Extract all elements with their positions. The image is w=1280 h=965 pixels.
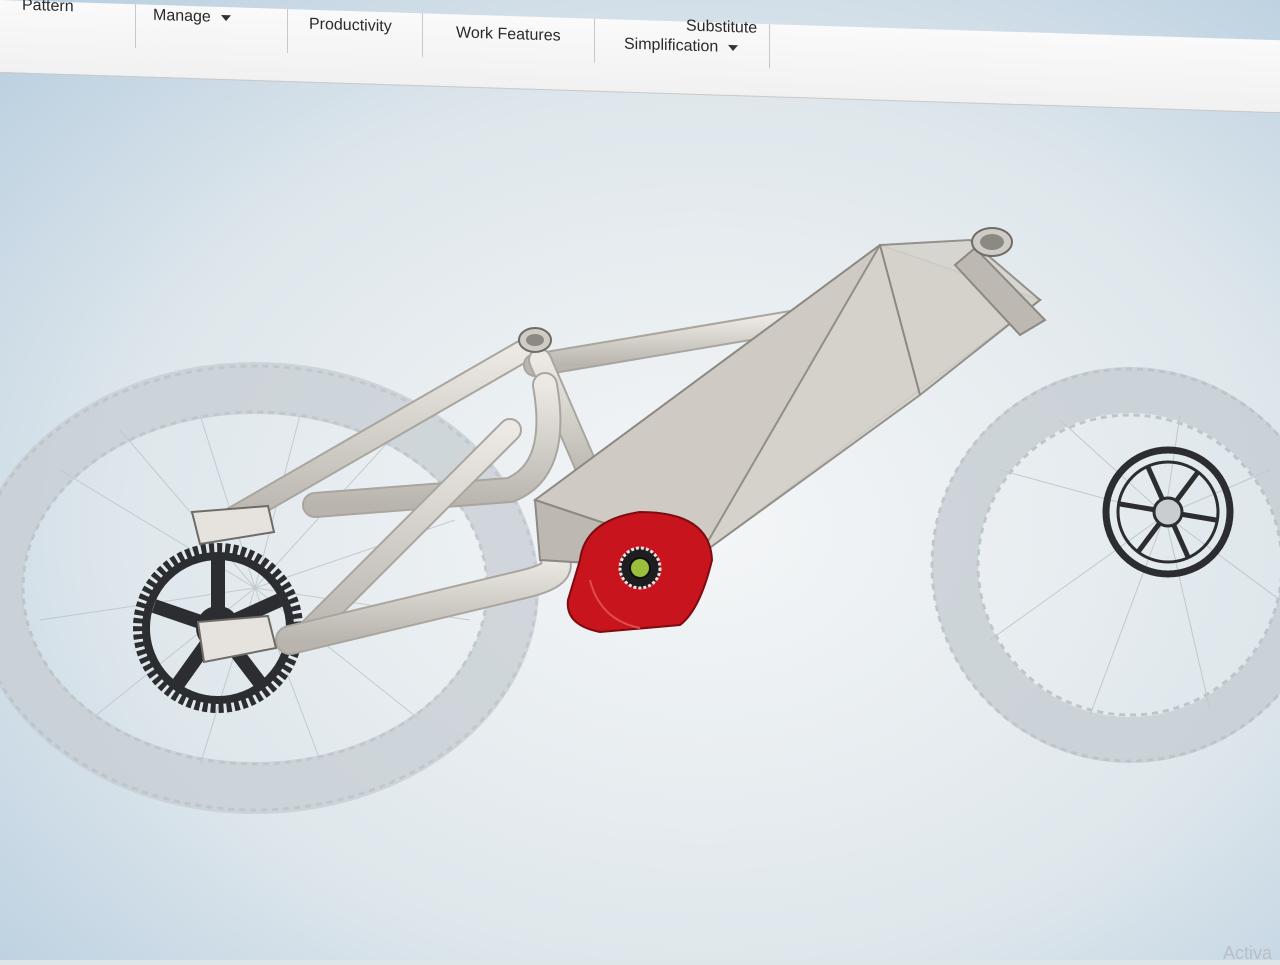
ribbon-item-simplification[interactable]: Simplification [624, 35, 739, 58]
chevron-down-icon [220, 14, 231, 22]
activation-watermark: Activa [1222, 943, 1272, 963]
ribbon-group-pattern: Pattern [0, 0, 136, 49]
ribbon-item-work-features[interactable]: Work Features [456, 24, 561, 45]
ribbon-group-manage: Manage [135, 4, 288, 54]
ribbon-group-productivity: Productivity [287, 9, 423, 58]
seat-tube-top [518, 327, 552, 353]
manage-label: Manage [153, 6, 211, 26]
ribbon-group-simplification: Substitute Simplification [594, 18, 770, 69]
chevron-down-icon [728, 44, 739, 51]
ribbon-item-manage[interactable]: Manage [153, 7, 231, 27]
ribbon-item-substitute[interactable]: Substitute [686, 18, 757, 38]
motor-sprocket [618, 546, 662, 590]
simplification-label: Simplification [624, 35, 719, 56]
ribbon-item-pattern[interactable]: Pattern [22, 0, 74, 16]
ribbon-item-productivity[interactable]: Productivity [309, 16, 392, 37]
3d-viewport[interactable] [0, 0, 1280, 960]
ribbon-group-work-features: Work Features [422, 13, 595, 63]
